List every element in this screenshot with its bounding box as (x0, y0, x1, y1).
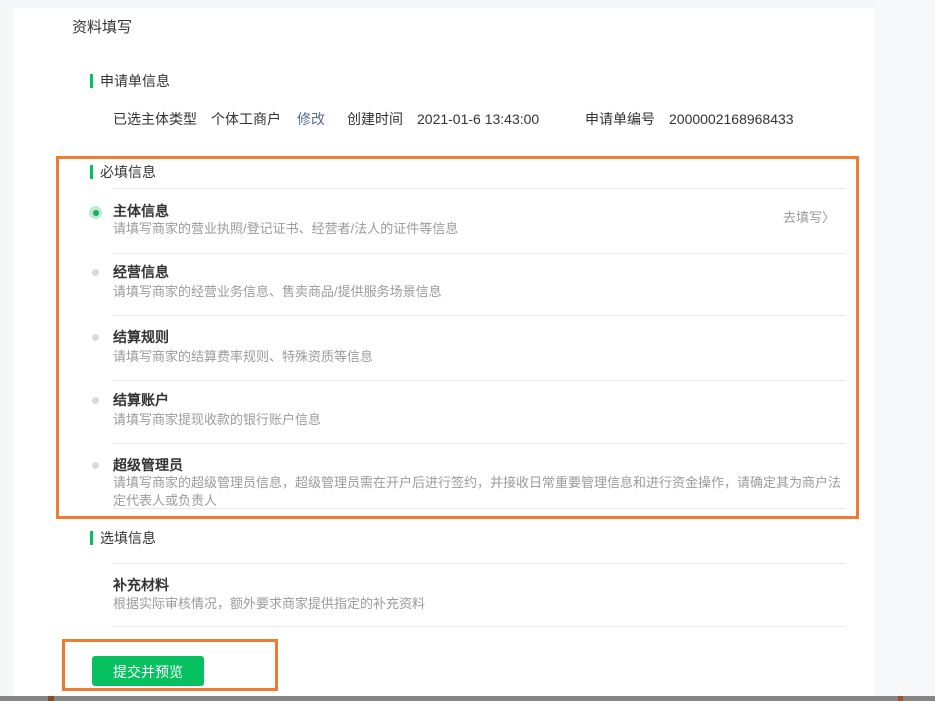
required-item-desc: 请填写商家的经营业务信息、售卖商品/提供服务场景信息 (113, 284, 442, 299)
divider (113, 253, 845, 254)
bottom-edge-notch (48, 696, 54, 701)
section-accent-bar (90, 165, 93, 179)
screenshot-frame: 资料填写 申请单信息 已选主体类型 个体工商户 修改 创建时间 2021-01-6 1… (0, 0, 935, 701)
optional-item-desc: 根据实际审核情况，额外要求商家提供指定的补充资料 (113, 596, 426, 611)
divider (113, 563, 845, 564)
created-time-label: 创建时间 (347, 111, 403, 127)
application-info-row: 已选主体类型 个体工商户 修改 (113, 109, 325, 129)
application-number-value: 2000002168968433 (669, 111, 794, 127)
required-item-desc: 请填写商家的营业执照/登记证书、经营者/法人的证件等信息 (113, 221, 459, 236)
chevron-right-icon: 〉 (821, 210, 835, 225)
radio-selected-icon (89, 206, 102, 219)
radio-unselected-icon (92, 397, 99, 404)
divider (113, 188, 845, 189)
required-item-title: 主体信息 (113, 203, 169, 219)
go-fill-label: 去填写 (782, 210, 822, 225)
section-title-application: 申请单信息 (100, 73, 170, 89)
section-title-required: 必填信息 (100, 164, 156, 180)
radio-unselected-icon (92, 269, 99, 276)
divider (113, 315, 845, 316)
section-accent-bar (90, 74, 93, 88)
go-fill-link[interactable]: 去填写〉 (783, 209, 835, 227)
divider (113, 380, 845, 381)
required-item-desc: 请填写商家提现收款的银行账户信息 (113, 412, 322, 427)
radio-dot (92, 209, 99, 216)
required-item-title: 结算规则 (113, 329, 169, 345)
radio-unselected-icon (92, 462, 99, 469)
optional-item-title: 补充材料 (113, 577, 169, 593)
required-item-desc: 请填写商家的超级管理员信息，超级管理员需在开户后进行签约，并接收日常重要管理信息… (113, 475, 842, 508)
divider (113, 508, 845, 509)
bottom-window-edge (0, 696, 935, 701)
submit-preview-button[interactable]: 提交并预览 (92, 656, 204, 686)
page-title: 资料填写 (72, 19, 133, 36)
section-accent-bar (90, 531, 93, 545)
created-time-group: 创建时间 2021-01-6 13:43:00 (347, 109, 539, 129)
right-gutter (875, 0, 935, 696)
required-item-title: 结算账户 (113, 392, 169, 408)
created-time-value: 2021-01-6 13:43:00 (417, 111, 540, 127)
subject-type-value: 个体工商户 (211, 111, 281, 127)
subject-type-label: 已选主体类型 (113, 111, 197, 127)
required-item-title: 超级管理员 (113, 457, 183, 473)
required-item-desc: 请填写商家的结算费率规则、特殊资质等信息 (113, 349, 374, 364)
radio-unselected-icon (92, 334, 99, 341)
application-number-group: 申请单编号 2000002168968433 (585, 109, 794, 129)
application-number-label: 申请单编号 (585, 111, 655, 127)
modify-link[interactable]: 修改 (297, 111, 325, 127)
section-title-optional: 选填信息 (100, 530, 156, 546)
bottom-edge-notch (898, 696, 903, 701)
required-item-title: 经营信息 (113, 264, 169, 280)
divider (113, 626, 845, 627)
divider (113, 443, 845, 444)
